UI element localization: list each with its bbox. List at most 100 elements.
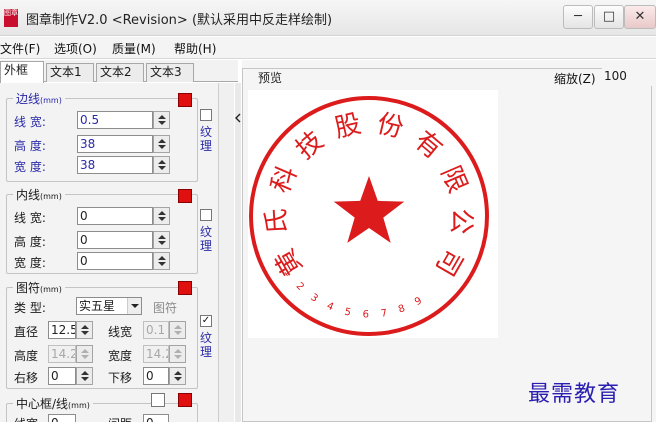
symbol-width-label: 宽度 — [108, 349, 133, 363]
menu-options[interactable]: 选项(O) — [54, 40, 97, 57]
border-color-swatch[interactable] — [178, 93, 192, 107]
symbol-height-input[interactable]: 14.2 — [48, 345, 76, 363]
inner-width-input[interactable]: 0 — [77, 252, 153, 270]
border-linewidth-label: 线 宽: — [14, 115, 46, 129]
seal-image: 黄氏科技股份有限公司1234 5 6 7 89 — [249, 96, 489, 336]
symbol-color-swatch[interactable] — [178, 281, 192, 295]
tab-strip: 外框 文本1 文本2 文本3 — [0, 60, 238, 83]
inner-line-title: 内线(mm) — [13, 186, 65, 203]
symbol-height-label: 高度 — [14, 349, 39, 363]
symbol-diameter-label: 直径 — [14, 325, 39, 339]
symbol-right-spinner[interactable] — [76, 367, 93, 385]
inner-linewidth-label: 线 宽: — [14, 211, 46, 225]
seal-number-digit: 2 — [294, 281, 306, 293]
seal-number-digit: 7 — [380, 308, 388, 320]
app-icon: 图章 — [4, 9, 18, 27]
seal-char: 司 — [429, 243, 468, 281]
center-linewidth-label: 线宽 — [14, 415, 38, 422]
panel-scrollbar[interactable] — [218, 83, 234, 422]
symbol-diameter-input[interactable]: 12.5 — [48, 321, 76, 339]
symbol-linewidth-input[interactable]: 0.1 — [143, 321, 169, 339]
tab-text3[interactable]: 文本3 — [146, 63, 194, 82]
symbol-down-spinner[interactable] — [169, 367, 186, 385]
center-frame-toggle[interactable] — [151, 393, 165, 407]
symbol-linewidth-spinner[interactable] — [169, 321, 186, 339]
seal-number-digit: 3 — [308, 292, 319, 305]
center-spacing-label: 间距 — [108, 415, 132, 422]
window-title: 图章制作V2.0 <Revision> (默认采用中反走样绘制) — [26, 13, 333, 28]
inner-texture-checkbox[interactable] — [200, 209, 212, 221]
symbol-right-label: 右移 — [14, 371, 39, 385]
inner-height-spinner[interactable] — [153, 231, 170, 249]
menu-quality[interactable]: 质量(M) — [112, 40, 156, 57]
inner-height-input[interactable]: 0 — [77, 231, 153, 249]
tab-text1[interactable]: 文本1 — [46, 63, 94, 82]
seal-char: 股 — [332, 109, 364, 144]
border-width-input[interactable]: 38 — [77, 156, 153, 174]
center-spacing-input[interactable]: 0 — [143, 414, 169, 422]
preview-pane: 预览 缩放(Z) 100 黄氏科技股份有限公司123456789 — [242, 60, 656, 422]
watermark: 最需教育 — [528, 382, 621, 407]
border-linewidth-input[interactable]: 0.5 — [77, 111, 153, 129]
symbol-down-label: 下移 — [108, 371, 133, 385]
tab-text2[interactable]: 文本2 — [96, 63, 144, 82]
panel-splitter[interactable] — [235, 83, 241, 422]
symbol-picker-button[interactable]: 图符 — [153, 299, 177, 316]
star-icon — [333, 176, 405, 243]
seal-number-digit: 9 — [413, 295, 424, 308]
symbol-type-select[interactable]: 实五星 — [76, 297, 142, 315]
seal-char: 限 — [435, 162, 473, 198]
center-linewidth-input[interactable]: 0 — [48, 414, 76, 422]
symbol-diameter-spinner[interactable] — [76, 321, 93, 339]
symbol-type-value: 实五星 — [79, 299, 116, 313]
border-line-title: 边线(mm) — [13, 90, 65, 107]
border-texture-label: 纹理 — [199, 125, 212, 153]
collapse-left-icon[interactable] — [235, 113, 241, 123]
inner-color-swatch[interactable] — [178, 189, 192, 203]
center-frame-title: 中心框/线(mm) — [13, 395, 93, 412]
seal-char: 技 — [290, 126, 329, 166]
border-linewidth-spinner[interactable] — [153, 111, 170, 129]
seal-number-digit: 5 — [343, 307, 352, 319]
zoom-select[interactable]: 100 — [602, 68, 652, 86]
center-color-swatch[interactable] — [178, 393, 192, 407]
inner-width-label: 宽 度: — [14, 256, 46, 270]
menu-file[interactable]: 文件(F) — [0, 40, 40, 57]
settings-panel: 边线(mm) 线 宽: 0.5 高 度: 38 宽 度: 38 纹理 内线(mm… — [0, 83, 234, 422]
seal-char: 科 — [266, 162, 304, 198]
border-height-label: 高 度: — [14, 139, 46, 153]
border-width-label: 宽 度: — [14, 160, 46, 174]
inner-width-spinner[interactable] — [153, 252, 170, 270]
symbol-right-input[interactable]: 0 — [48, 367, 76, 385]
symbol-linewidth-label: 线宽 — [108, 325, 133, 339]
menu-help[interactable]: 帮助(H) — [174, 40, 216, 57]
seal-char: 公 — [445, 207, 476, 235]
border-texture-checkbox[interactable] — [200, 109, 212, 121]
inner-texture-label: 纹理 — [199, 225, 212, 253]
title-bar: 图章 图章制作V2.0 <Revision> (默认采用中反走样绘制) ─ □ … — [0, 0, 656, 36]
minimize-button[interactable]: ─ — [563, 5, 593, 29]
maximize-button[interactable]: □ — [594, 5, 624, 29]
seal-char: 份 — [374, 109, 406, 144]
symbol-width-spinner[interactable] — [169, 345, 186, 363]
zoom-label: 缩放(Z) — [554, 72, 596, 86]
seal-char: 氏 — [261, 207, 292, 235]
seal-canvas: 黄氏科技股份有限公司123456789 — [248, 90, 498, 338]
close-button[interactable]: ✕ — [624, 5, 656, 29]
symbol-height-spinner[interactable] — [76, 345, 93, 363]
border-height-spinner[interactable] — [153, 135, 170, 153]
menu-bar: 文件(F) 选项(O) 质量(M) 帮助(H) — [0, 37, 656, 59]
seal-number-digit: 4 — [325, 301, 335, 314]
border-height-input[interactable]: 38 — [77, 135, 153, 153]
symbol-width-input[interactable]: 14.2 — [143, 345, 169, 363]
inner-linewidth-spinner[interactable] — [153, 207, 170, 225]
tab-outer-frame[interactable]: 外框 — [0, 61, 44, 83]
symbol-texture-label: 纹理 — [199, 331, 212, 359]
symbol-texture-checkbox[interactable]: ✓ — [200, 315, 212, 327]
symbol-down-input[interactable]: 0 — [143, 367, 169, 385]
border-width-spinner[interactable] — [153, 156, 170, 174]
inner-height-label: 高 度: — [14, 235, 46, 249]
preview-title: 预览 — [255, 69, 286, 86]
inner-linewidth-input[interactable]: 0 — [77, 207, 153, 225]
seal-number-digit: 6 — [362, 309, 369, 320]
